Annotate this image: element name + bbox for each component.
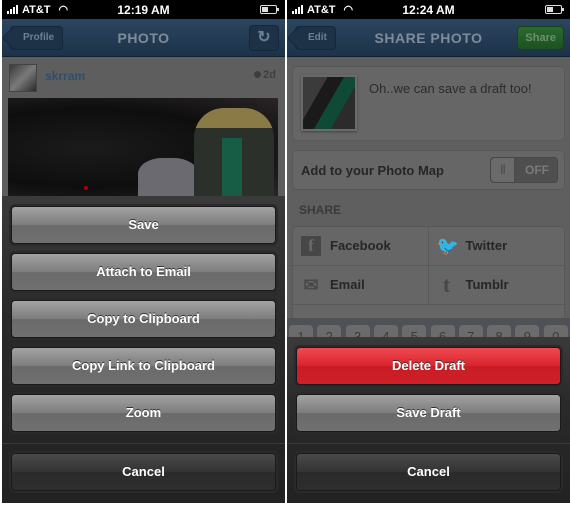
share-label: Twitter [465, 238, 508, 253]
share-tumblr[interactable]: t Tumblr [428, 266, 564, 305]
post-header: skrram 2d [2, 58, 285, 94]
tumblr-icon: t [442, 272, 451, 297]
delete-draft-button[interactable]: Delete Draft [296, 347, 561, 385]
copy-to-clipboard-button[interactable]: Copy to Clipboard [11, 300, 276, 338]
attach-to-email-button[interactable]: Attach to Email [11, 253, 276, 291]
battery-icon [260, 5, 279, 14]
refresh-button[interactable]: ↻ [249, 25, 279, 51]
status-bar: AT&T ◠ 12:19 AM [2, 0, 285, 19]
facebook-icon: f [301, 236, 321, 256]
share-label: Tumblr [465, 277, 509, 292]
zoom-button[interactable]: Zoom [11, 394, 276, 432]
battery-icon [545, 5, 564, 14]
nav-bar: Edit SHARE PHOTO Share [287, 19, 570, 57]
share-twitter[interactable]: 🐦 Twitter [428, 227, 564, 266]
toggle-knob-icon: ||| [491, 158, 515, 182]
twitter-icon: 🐦 [436, 236, 459, 256]
cancel-button[interactable]: Cancel [11, 453, 276, 491]
save-button[interactable]: Save [11, 206, 276, 244]
email-icon: ✉ [303, 275, 319, 295]
photo-screen: AT&T ◠ 12:19 AM Profile PHOTO ↻ skrram 2… [2, 0, 285, 503]
photo-detail-dot [84, 186, 88, 190]
clock-icon [254, 71, 262, 78]
post-photo[interactable] [8, 98, 278, 198]
clock: 12:19 AM [117, 3, 170, 17]
action-sheet: Delete Draft Save Draft Cancel [287, 337, 570, 503]
photo-thumbnail [301, 75, 357, 131]
share-email[interactable]: ✉ Email [293, 266, 429, 305]
share-label: Email [330, 277, 365, 292]
share-label: Facebook [330, 238, 391, 253]
share-photo-screen: AT&T ◠ 12:24 AM Edit SHARE PHOTO Share O… [287, 0, 570, 503]
save-draft-button[interactable]: Save Draft [296, 394, 561, 432]
caption-input[interactable]: Oh..we can save a draft too! [369, 81, 532, 96]
share-button[interactable]: Share [517, 26, 564, 50]
cancel-button[interactable]: Cancel [296, 453, 561, 491]
nav-bar: Profile PHOTO ↻ [2, 19, 285, 57]
avatar[interactable] [9, 64, 37, 92]
refresh-icon: ↻ [257, 29, 271, 46]
post-age-text: 2d [263, 69, 276, 81]
caption-card: Oh..we can save a draft too! [292, 66, 565, 141]
back-label: Profile [23, 32, 55, 43]
clock: 12:24 AM [402, 3, 455, 17]
toggle-state: OFF [525, 163, 549, 177]
photo-detail [138, 158, 198, 198]
username-link[interactable]: skrram [45, 69, 85, 83]
share-facebook[interactable]: f Facebook [293, 227, 429, 266]
back-label: Edit [308, 32, 327, 43]
status-bar: AT&T ◠ 12:24 AM [287, 0, 570, 19]
divider [287, 443, 570, 444]
action-sheet: Save Attach to Email Copy to Clipboard C… [2, 196, 285, 503]
share-heading: SHARE [299, 203, 342, 217]
photo-map-label: Add to your Photo Map [301, 163, 444, 178]
photo-map-toggle[interactable]: ||| OFF [490, 157, 558, 183]
copy-link-button[interactable]: Copy Link to Clipboard [11, 347, 276, 385]
photo-figure [194, 108, 274, 198]
photo-map-row: Add to your Photo Map ||| OFF [292, 150, 565, 190]
divider [2, 443, 285, 444]
post-age: 2d [254, 69, 276, 81]
